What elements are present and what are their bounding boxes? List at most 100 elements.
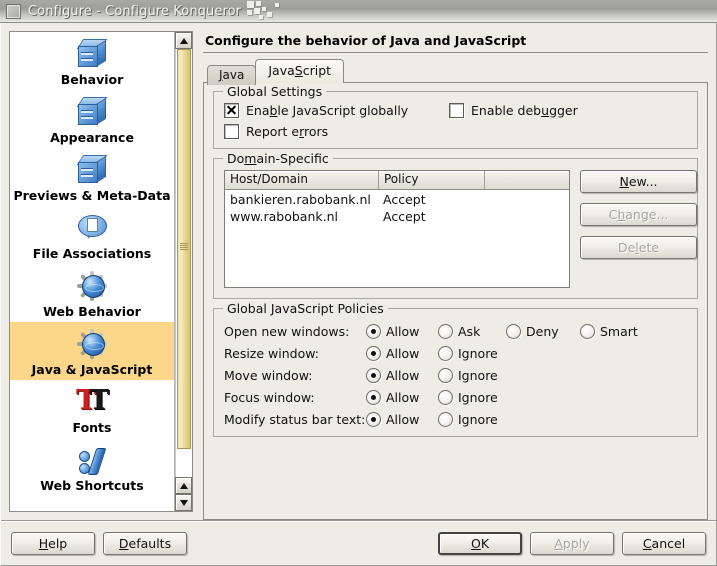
- settings-sidebar: Behavior Appearance Previews & Meta-Data…: [9, 31, 193, 512]
- radio-unselected-icon[interactable]: [438, 411, 453, 427]
- scroll-up-button[interactable]: [175, 32, 192, 49]
- tab-javascript[interactable]: JavaScript: [255, 59, 345, 83]
- checkbox-enable-javascript-globally[interactable]: Enable JavaScript globally: [224, 103, 449, 118]
- radio-modify-status-bar-ignore[interactable]: Ignore: [438, 411, 498, 427]
- tab-bar[interactable]: Java JavaScript: [203, 59, 708, 85]
- table-row[interactable]: www.rabobank.nl Accept: [225, 208, 569, 225]
- column-header-empty[interactable]: [485, 171, 569, 189]
- radio-label: Allow: [386, 345, 420, 361]
- checkbox-label: Enable debugger: [471, 103, 578, 118]
- radio-move-window-ignore[interactable]: Ignore: [438, 367, 498, 383]
- page-title: Configure the behavior of Java and JavaS…: [205, 33, 527, 48]
- delete-button: Delete: [580, 236, 697, 259]
- scroll-up-icon: [179, 37, 188, 44]
- checkbox-checked-icon[interactable]: [224, 103, 239, 118]
- sidebar-item-label: Web Behavior: [43, 304, 141, 319]
- checkbox-enable-debugger[interactable]: Enable debugger: [449, 103, 578, 118]
- radio-unselected-icon[interactable]: [438, 323, 453, 339]
- sidebar-item-label: Behavior: [60, 72, 124, 87]
- sidebar-item-behavior[interactable]: Behavior: [10, 32, 174, 90]
- cell-host: www.rabobank.nl: [230, 209, 339, 224]
- radio-unselected-icon[interactable]: [580, 323, 595, 339]
- column-header-policy[interactable]: Policy: [379, 171, 485, 189]
- cell-host: bankieren.rabobank.nl: [230, 192, 371, 207]
- sidebar-scrollbar[interactable]: [174, 32, 192, 511]
- scroll-up-button-bottom[interactable]: [175, 477, 192, 494]
- sidebar-item-java-javascript[interactable]: Java & JavaScript: [10, 322, 174, 380]
- checkbox-label: Enable JavaScript globally: [246, 103, 409, 118]
- defaults-button[interactable]: Defaults: [103, 531, 187, 555]
- window-title: Configure - Configure Konqueror: [28, 3, 242, 19]
- radio-resize-window-allow[interactable]: Allow: [366, 345, 432, 361]
- dialog-footer: Help Defaults OK Apply Cancel: [1, 520, 716, 565]
- radio-unselected-icon[interactable]: [438, 367, 453, 383]
- domain-policy-list[interactable]: Host/Domain Policy bankieren.rabobank.nl…: [224, 170, 570, 288]
- radio-resize-window-ignore[interactable]: Ignore: [438, 345, 498, 361]
- dialog-content: Behavior Appearance Previews & Meta-Data…: [1, 23, 716, 520]
- radio-label: Allow: [386, 389, 420, 405]
- cancel-button[interactable]: Cancel: [622, 531, 706, 555]
- radio-selected-icon[interactable]: [366, 411, 381, 427]
- scrollbar-grip: [180, 242, 188, 252]
- radio-unselected-icon[interactable]: [438, 389, 453, 405]
- radio-open-new-windows-smart[interactable]: Smart: [580, 323, 638, 339]
- table-row[interactable]: bankieren.rabobank.nl Accept: [225, 191, 569, 208]
- radio-unselected-icon[interactable]: [506, 323, 521, 339]
- radio-selected-icon[interactable]: [366, 367, 381, 383]
- radio-selected-icon[interactable]: [366, 389, 381, 405]
- checkbox-unchecked-icon[interactable]: [224, 124, 239, 139]
- checkbox-unchecked-icon[interactable]: [449, 103, 464, 118]
- tab-java[interactable]: Java: [207, 65, 257, 85]
- radio-label: Smart: [600, 323, 638, 339]
- sidebar-item-label: Fonts: [72, 420, 112, 435]
- fonts-icon: TT: [76, 385, 110, 416]
- title-bar[interactable]: Configure - Configure Konqueror: [0, 0, 717, 23]
- sidebar-item-file-associations[interactable]: File Associations: [10, 206, 174, 264]
- sidebar-item-previews-meta-data[interactable]: Previews & Meta-Data: [10, 148, 174, 206]
- cube-icon: [75, 37, 109, 71]
- dialog-body: Behavior Appearance Previews & Meta-Data…: [0, 23, 717, 566]
- radio-label: Allow: [386, 323, 420, 339]
- radio-label: Ignore: [458, 411, 498, 427]
- help-button[interactable]: Help: [11, 531, 95, 555]
- radio-focus-window-allow[interactable]: Allow: [366, 389, 432, 405]
- policy-label: Modify status bar text:: [224, 411, 366, 427]
- radio-focus-window-ignore[interactable]: Ignore: [438, 389, 498, 405]
- new-button[interactable]: New...: [580, 170, 697, 193]
- radio-open-new-windows-deny[interactable]: Deny: [506, 323, 574, 339]
- scroll-down-button[interactable]: [175, 494, 192, 511]
- radio-selected-icon[interactable]: [366, 323, 381, 339]
- sidebar-item-web-behavior[interactable]: Web Behavior: [10, 264, 174, 322]
- scrollbar-thumb[interactable]: [177, 49, 191, 449]
- sidebar-item-fonts[interactable]: TT Fonts: [10, 380, 174, 438]
- web-shortcuts-icon: [75, 443, 109, 477]
- radio-open-new-windows-ask[interactable]: Ask: [438, 323, 500, 339]
- group-label: Domain-Specific: [223, 151, 333, 166]
- sidebar-item-appearance[interactable]: Appearance: [10, 90, 174, 148]
- sidebar-list[interactable]: Behavior Appearance Previews & Meta-Data…: [10, 32, 174, 511]
- scroll-up-icon: [179, 482, 188, 489]
- scrollbar-track[interactable]: [175, 49, 192, 477]
- policy-row-focus-window: Focus window: Allow Ignore: [224, 386, 687, 408]
- policy-label: Focus window:: [224, 389, 315, 405]
- list-header: Host/Domain Policy: [225, 171, 569, 190]
- column-header-host[interactable]: Host/Domain: [225, 171, 379, 189]
- radio-open-new-windows-allow[interactable]: Allow: [366, 323, 432, 339]
- checkbox-label: Report errors: [246, 124, 329, 139]
- group-global-settings: Global Settings Enable JavaScript global…: [213, 84, 698, 149]
- radio-move-window-allow[interactable]: Allow: [366, 367, 432, 383]
- radio-selected-icon[interactable]: [366, 345, 381, 361]
- radio-unselected-icon[interactable]: [438, 345, 453, 361]
- change-button: Change...: [580, 203, 697, 226]
- radio-modify-status-bar-allow[interactable]: Allow: [366, 411, 432, 427]
- sidebar-item-label: File Associations: [32, 246, 152, 261]
- checkbox-report-errors[interactable]: Report errors: [224, 124, 687, 139]
- window-menu-icon[interactable]: [6, 3, 21, 19]
- sidebar-item-label: Previews & Meta-Data: [13, 188, 171, 203]
- configure-konqueror-window: Configure - Configure Konqueror Behavior…: [0, 0, 717, 566]
- cell-policy: Accept: [383, 209, 426, 224]
- sidebar-item-web-shortcuts[interactable]: Web Shortcuts: [10, 438, 174, 496]
- cube-icon: [75, 95, 109, 129]
- ok-button[interactable]: OK: [438, 531, 522, 555]
- sidebar-item-label: Web Shortcuts: [40, 478, 144, 493]
